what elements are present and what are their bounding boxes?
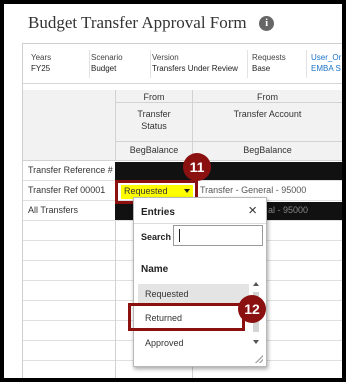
- text-cursor: [179, 229, 180, 242]
- divider: [134, 223, 266, 224]
- row-label-transfer-reference: Transfer Reference #: [28, 165, 113, 175]
- pov-user[interactable]: User_Or EMBA S: [311, 52, 341, 74]
- scroll-up-icon[interactable]: [253, 282, 259, 286]
- entry-requested[interactable]: Requested: [138, 284, 249, 305]
- pov-version-label: Version: [152, 53, 179, 62]
- all-transfers-account-cell: al - 95000: [268, 205, 309, 215]
- col-transfer-account[interactable]: Transfer Account: [193, 108, 342, 120]
- pov-bar: Years FY25 Scenario Budget Version Trans…: [23, 44, 342, 84]
- pov-scenario-label: Scenario: [91, 53, 123, 62]
- transfer-account-cell[interactable]: Transfer - General - 95000: [200, 185, 306, 195]
- search-label: Search: [141, 232, 172, 242]
- col-from: From: [143, 92, 165, 102]
- pov-version[interactable]: Version Transfers Under Review: [152, 52, 238, 74]
- popup-title: Entries: [141, 207, 175, 218]
- callout-highlight-returned: [128, 303, 245, 331]
- pov-requests-value: Base: [252, 64, 271, 73]
- pov-user-value: EMBA S: [311, 64, 341, 73]
- pov-scenario-value: Budget: [91, 64, 117, 73]
- pov-divider: [150, 50, 151, 78]
- step-11-badge: 11: [183, 153, 211, 181]
- step-12-badge: 12: [238, 295, 266, 323]
- close-icon[interactable]: ×: [248, 203, 257, 218]
- grid-line: [115, 221, 116, 378]
- col-begbalance: BegBalance: [243, 145, 292, 155]
- title-bar: Budget Transfer Approval Form i: [4, 4, 342, 40]
- col-transfer-status[interactable]: Transfer Status: [131, 108, 177, 132]
- header-band: [115, 162, 342, 180]
- pov-divider: [89, 50, 90, 78]
- pov-requests[interactable]: Requests Base: [252, 52, 286, 74]
- entries-popup: Entries × Search Name Requested Returned…: [133, 197, 267, 367]
- pov-years[interactable]: Years FY25: [31, 52, 51, 74]
- form-window: Budget Transfer Approval Form i Years FY…: [4, 4, 342, 378]
- page-title: Budget Transfer Approval Form: [28, 13, 247, 32]
- resize-grip-icon[interactable]: [255, 355, 263, 363]
- row-label-transfer-ref: Transfer Ref 00001: [28, 185, 106, 195]
- col-from: From: [257, 92, 278, 102]
- entry-approved[interactable]: Approved: [138, 333, 249, 354]
- pov-years-label: Years: [31, 53, 52, 62]
- search-input[interactable]: [173, 225, 263, 246]
- grid-line: [115, 141, 342, 142]
- pov-scenario[interactable]: Scenario Budget: [91, 52, 123, 74]
- pov-divider: [247, 50, 248, 78]
- info-icon[interactable]: i: [259, 15, 275, 31]
- pov-version-value: Transfers Under Review: [152, 64, 238, 73]
- name-column-header: Name: [141, 264, 169, 275]
- scroll-down-icon[interactable]: [253, 340, 259, 344]
- pov-divider: [306, 50, 307, 78]
- pov-years-value: FY25: [31, 64, 51, 73]
- pov-requests-label: Requests: [252, 53, 286, 62]
- col-begbalance: BegBalance: [129, 145, 179, 155]
- row-label-all-transfers: All Transfers: [28, 205, 79, 215]
- pov-user-label: User_Or: [311, 53, 342, 62]
